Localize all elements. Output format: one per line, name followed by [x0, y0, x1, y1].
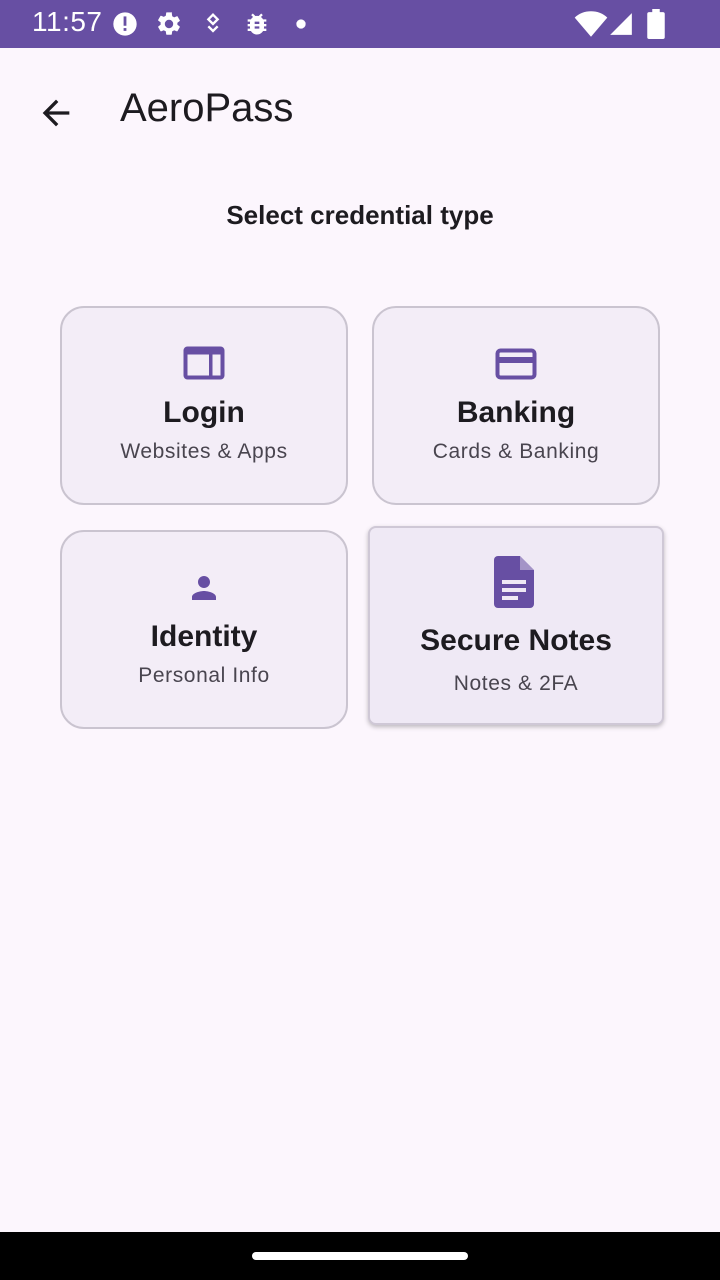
app-bar: AeroPass: [0, 48, 720, 178]
location-icon: [206, 13, 220, 33]
system-nav-bar: [0, 1232, 720, 1280]
card-subtitle: Personal Info: [138, 664, 270, 687]
credit-card-icon: [495, 348, 537, 380]
card-subtitle: Cards & Banking: [432, 440, 600, 463]
card-title: Identity: [150, 620, 258, 653]
status-time: 11:57: [32, 6, 103, 37]
card-title: Banking: [456, 396, 576, 429]
page-title: AeroPass: [120, 86, 294, 130]
person-icon: [192, 576, 216, 600]
card-subtitle: Websites & Apps: [120, 440, 288, 463]
card-title: Login: [163, 396, 245, 429]
bug-icon: [247, 13, 267, 35]
alert-icon: [113, 12, 137, 36]
dot-icon: [296, 19, 306, 29]
credential-card-banking[interactable]: Banking Cards & Banking: [372, 306, 660, 505]
note-icon: [494, 556, 534, 608]
credential-card-identity[interactable]: Identity Personal Info: [60, 530, 348, 729]
card-title: Secure Notes: [420, 624, 612, 657]
credential-card-secure-notes[interactable]: Secure Notes Notes & 2FA: [368, 526, 664, 725]
browser-window-icon: [183, 346, 225, 380]
signal-icon: [610, 13, 632, 35]
home-handle[interactable]: [252, 1252, 468, 1260]
arrow-back-icon: [42, 99, 70, 127]
settings-icon: [158, 12, 180, 35]
back-button[interactable]: [28, 88, 84, 138]
section-title: Select credential type: [226, 200, 494, 230]
card-subtitle: Notes & 2FA: [453, 672, 579, 695]
battery-icon: [647, 9, 665, 39]
status-bar: 11:57: [0, 0, 720, 48]
credential-card-login[interactable]: Login Websites & Apps: [60, 306, 348, 505]
wifi-icon: [574, 11, 608, 37]
